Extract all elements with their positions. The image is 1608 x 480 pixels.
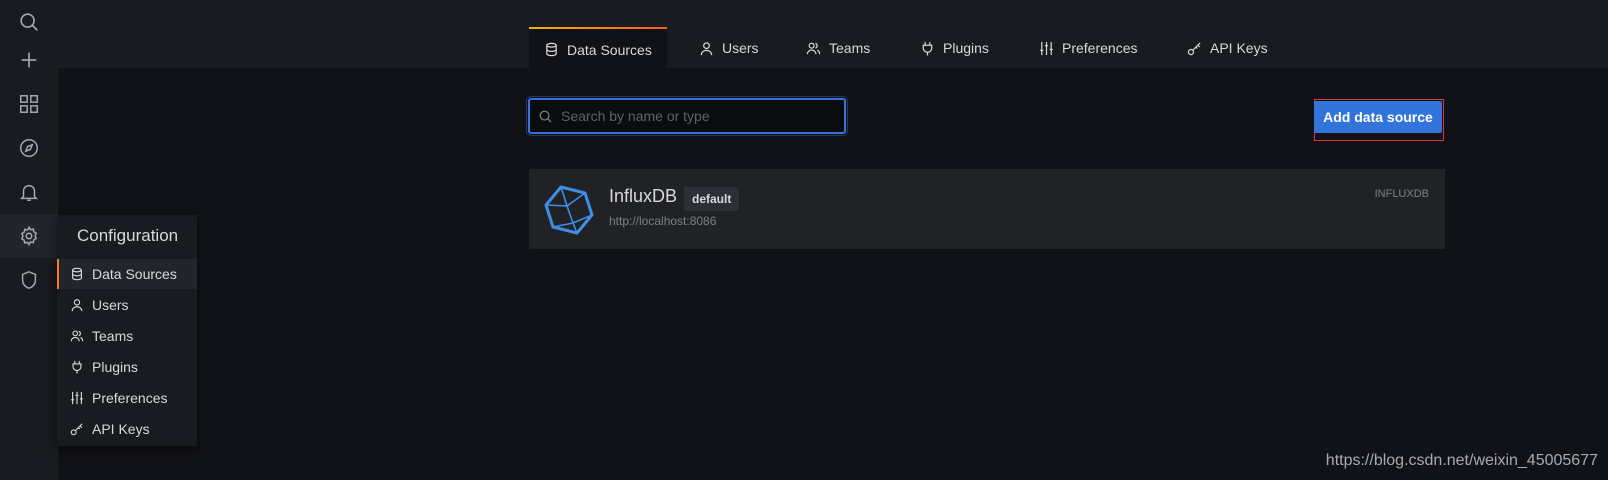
tab-teams[interactable]: Teams: [806, 28, 870, 68]
compass-icon: [19, 139, 38, 157]
datasource-card[interactable]: InfluxDB default http://localhost:8086 I…: [529, 169, 1445, 249]
datasource-type: INFLUXDB: [1374, 188, 1429, 200]
datasource-name: InfluxDB: [609, 186, 678, 206]
side-menu-create[interactable]: [0, 38, 57, 82]
database-icon: [546, 42, 557, 57]
tab-preferences[interactable]: Preferences: [1039, 28, 1137, 68]
gear-icon: [20, 225, 37, 247]
side-menu-configuration[interactable]: [0, 214, 57, 258]
side-menu: [0, 0, 58, 480]
side-menu-explore[interactable]: [0, 126, 57, 170]
flyout-item-label: Data Sources: [92, 266, 177, 282]
add-data-source-button[interactable]: Add data source: [1314, 101, 1442, 133]
flyout-item-label: Teams: [92, 328, 134, 344]
flyout-item-api-keys[interactable]: API Keys: [57, 414, 197, 444]
flyout-item-teams[interactable]: Teams: [57, 321, 197, 351]
tab-api-keys[interactable]: API Keys: [1187, 28, 1268, 68]
plug-icon: [922, 41, 933, 56]
database-icon: [72, 267, 82, 281]
flyout-item-label: Preferences: [92, 390, 168, 406]
user-icon: [700, 41, 713, 55]
tab-users[interactable]: Users: [699, 28, 759, 68]
users-icon: [806, 42, 821, 54]
side-menu-server-admin[interactable]: [0, 258, 57, 302]
tab-label: Plugins: [943, 40, 989, 56]
sliders-icon: [71, 391, 83, 405]
tab-label: Teams: [829, 40, 871, 56]
tab-plugins[interactable]: Plugins: [920, 28, 989, 68]
flyout-item-preferences[interactable]: Preferences: [57, 383, 197, 413]
flyout-title[interactable]: Configuration: [77, 226, 178, 246]
tab-label: Preferences: [1062, 40, 1138, 56]
flyout-item-data-sources[interactable]: Data Sources: [57, 259, 197, 289]
user-icon: [71, 299, 83, 312]
tab-label: Users: [722, 40, 759, 56]
flyout-item-plugins[interactable]: Plugins: [57, 352, 197, 382]
default-badge: default: [684, 187, 740, 211]
tab-data-sources[interactable]: Data Sources: [529, 27, 667, 70]
users-icon: [70, 330, 84, 342]
search-icon: [19, 13, 38, 31]
search-icon: [539, 110, 552, 123]
datasource-url: http://localhost:8086: [609, 214, 717, 228]
influxdb-logo-icon: [544, 185, 594, 235]
plus-icon: [21, 52, 36, 68]
sliders-icon: [1040, 41, 1053, 55]
search-input[interactable]: [559, 107, 836, 125]
flyout-item-label: Plugins: [92, 359, 138, 375]
tab-label: API Keys: [1210, 40, 1268, 56]
plug-icon: [72, 360, 82, 374]
dashboards-icon: [19, 95, 38, 113]
bell-icon: [19, 184, 38, 201]
flyout-item-label: API Keys: [92, 421, 150, 437]
key-icon: [70, 423, 83, 436]
side-menu-alerting[interactable]: [0, 170, 57, 214]
flyout-item-users[interactable]: Users: [57, 290, 197, 320]
configuration-flyout: Configuration Data Sources Users Teams P…: [57, 215, 197, 446]
key-icon: [1187, 41, 1201, 55]
shield-icon: [21, 270, 36, 290]
watermark-text: https://blog.csdn.net/weixin_45005677: [1325, 452, 1598, 469]
flyout-item-label: Users: [92, 297, 129, 313]
side-menu-dashboards[interactable]: [0, 82, 57, 126]
tab-label: Data Sources: [567, 41, 652, 58]
search-box: [528, 98, 846, 134]
